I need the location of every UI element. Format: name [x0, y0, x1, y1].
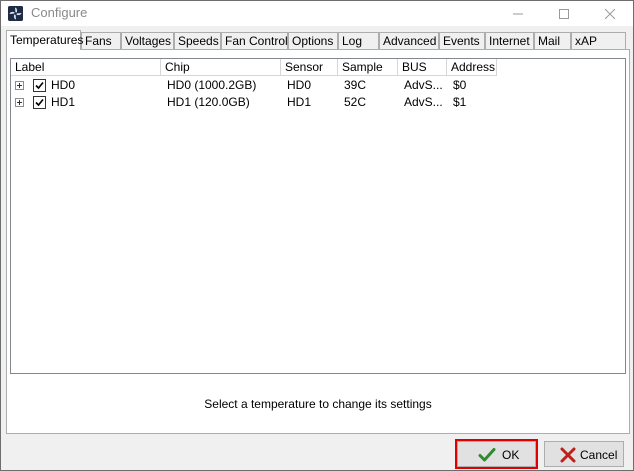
maximize-button[interactable]: [541, 1, 587, 26]
green-check-icon: [478, 448, 496, 462]
expand-icon[interactable]: [15, 98, 24, 107]
column-header-sensor[interactable]: Sensor: [281, 59, 338, 76]
expand-icon[interactable]: [15, 81, 24, 90]
temperature-list[interactable]: Label Chip Sensor Sample BUS Address HD0…: [10, 58, 626, 374]
tab-fan-control[interactable]: Fan Control: [221, 32, 288, 49]
title-bar: Configure: [1, 1, 633, 26]
chip-cell: HD1 (120.0GB): [167, 95, 250, 109]
column-header-bus[interactable]: BUS: [398, 59, 447, 76]
tab-mail[interactable]: Mail: [534, 32, 571, 49]
sensor-cell: HD0: [287, 78, 312, 92]
sample-cell: 52C: [344, 95, 367, 109]
row-checkbox[interactable]: [33, 96, 46, 109]
row-label: HD1: [51, 95, 76, 109]
row-checkbox[interactable]: [33, 79, 46, 92]
red-x-icon: [560, 447, 576, 463]
address-cell: $1: [453, 95, 467, 109]
minimize-button[interactable]: [495, 1, 541, 26]
tab-temperatures[interactable]: Temperatures: [6, 30, 83, 50]
table-row[interactable]: HD1 HD1 (120.0GB) HD1 52C AdvS... $1: [11, 94, 497, 111]
address-cell: $0: [453, 78, 467, 92]
column-header-chip[interactable]: Chip: [161, 59, 281, 76]
column-header-label[interactable]: Label: [11, 59, 161, 76]
list-header: Label Chip Sensor Sample BUS Address: [11, 59, 497, 76]
column-header-address[interactable]: Address: [447, 59, 497, 76]
close-icon: [605, 8, 615, 19]
chip-cell: HD0 (1000.2GB): [167, 78, 257, 92]
table-row[interactable]: HD0 HD0 (1000.2GB) HD0 39C AdvS... $0: [11, 77, 497, 94]
checkmark-icon: [35, 81, 44, 90]
bus-cell: AdvS...: [404, 95, 443, 109]
temperatures-panel: Label Chip Sensor Sample BUS Address HD0…: [6, 49, 630, 434]
window-title: Configure: [31, 5, 88, 20]
tab-internet[interactable]: Internet: [485, 32, 534, 49]
close-button[interactable]: [587, 1, 633, 26]
maximize-icon: [559, 8, 569, 19]
minimize-icon: [513, 13, 523, 14]
tab-voltages[interactable]: Voltages: [121, 32, 174, 49]
bus-cell: AdvS...: [404, 78, 443, 92]
tab-options[interactable]: Options: [288, 32, 338, 49]
configure-window: Configure Temperatures Fans Voltages Spe…: [0, 0, 634, 471]
label-cell: HD0: [11, 77, 161, 94]
column-header-sample[interactable]: Sample: [338, 59, 398, 76]
tab-fans[interactable]: Fans: [81, 32, 121, 49]
tab-log[interactable]: Log: [338, 32, 379, 49]
label-cell: HD1: [11, 94, 161, 111]
cancel-button-label: Cancel: [580, 448, 618, 462]
sample-cell: 39C: [344, 78, 367, 92]
tab-events[interactable]: Events: [439, 32, 485, 49]
row-label: HD0: [51, 78, 76, 92]
status-text: Select a temperature to change its setti…: [204, 397, 432, 411]
sensor-cell: HD1: [287, 95, 312, 109]
tab-advanced[interactable]: Advanced: [379, 32, 439, 49]
ok-button[interactable]: OK: [455, 439, 538, 469]
cancel-button[interactable]: Cancel: [544, 441, 624, 467]
tab-xap[interactable]: xAP: [571, 32, 626, 49]
tab-speeds[interactable]: Speeds: [174, 32, 221, 49]
ok-button-label: OK: [502, 448, 520, 462]
tab-bar: Temperatures Fans Voltages Speeds Fan Co…: [6, 30, 630, 50]
fan-icon: [8, 6, 23, 21]
checkmark-icon: [35, 98, 44, 107]
